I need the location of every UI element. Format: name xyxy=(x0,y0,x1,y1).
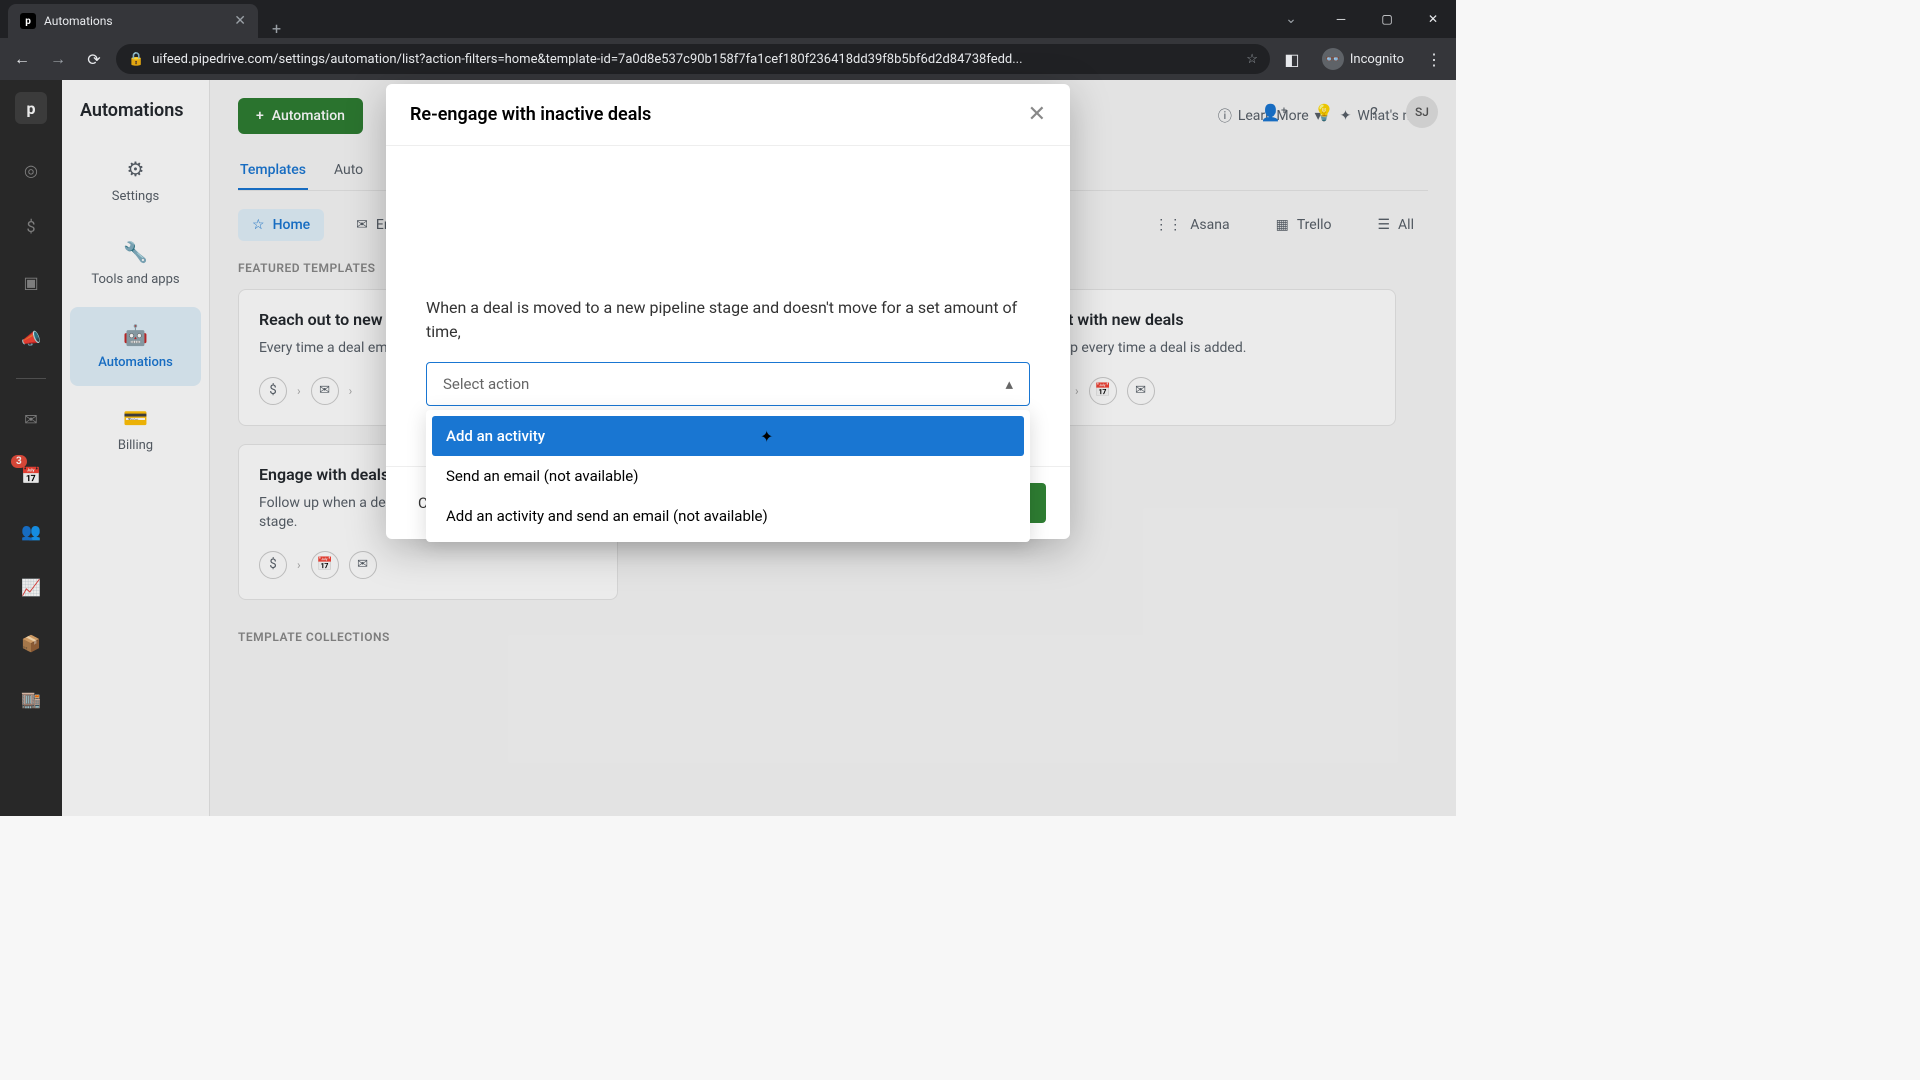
tab-title: Automations xyxy=(44,14,113,28)
close-icon[interactable]: ✕ xyxy=(1028,102,1046,127)
browser-tab[interactable]: p Automations ✕ xyxy=(8,4,258,38)
extensions-icon[interactable]: ◧ xyxy=(1278,45,1306,73)
close-window-icon[interactable]: ✕ xyxy=(1410,0,1456,38)
url-bar[interactable]: 🔒 uifeed.pipedrive.com/settings/automati… xyxy=(116,44,1270,74)
dropdown-option[interactable]: Add an activity xyxy=(432,416,1024,456)
browser-toolbar: ← → ⟳ 🔒 uifeed.pipedrive.com/settings/au… xyxy=(0,38,1456,80)
select-placeholder: Select action xyxy=(443,375,529,393)
caret-up-icon: ▴ xyxy=(1005,375,1013,393)
modal: Re-engage with inactive deals ✕ When a d… xyxy=(386,84,1070,539)
incognito-icon: 👓 xyxy=(1322,48,1344,70)
dropdown-option[interactable]: Send an email (not available) xyxy=(432,456,1024,496)
menu-icon[interactable]: ⋮ xyxy=(1420,45,1448,73)
new-tab-button[interactable]: + xyxy=(258,19,295,38)
action-dropdown: Add an activity Send an email (not avail… xyxy=(426,410,1030,542)
browser-tab-strip: p Automations ✕ + ⌄ ─ ▢ ✕ xyxy=(0,0,1456,38)
action-select[interactable]: Select action ▴ xyxy=(426,362,1030,406)
url-text: uifeed.pipedrive.com/settings/automation… xyxy=(152,52,1238,67)
back-icon[interactable]: ← xyxy=(8,45,36,73)
forward-icon[interactable]: → xyxy=(44,45,72,73)
incognito-badge: 👓 Incognito xyxy=(1314,48,1412,70)
minimize-icon[interactable]: ─ xyxy=(1318,0,1364,38)
reload-icon[interactable]: ⟳ xyxy=(80,45,108,73)
modal-title: Re-engage with inactive deals xyxy=(410,104,651,125)
star-icon[interactable]: ☆ xyxy=(1246,52,1258,67)
modal-description: When a deal is moved to a new pipeline s… xyxy=(426,296,1030,344)
favicon: p xyxy=(20,13,36,29)
dropdown-option[interactable]: Add an activity and send an email (not a… xyxy=(432,496,1024,536)
close-tab-icon[interactable]: ✕ xyxy=(234,13,246,29)
tab-search-icon[interactable]: ⌄ xyxy=(1268,0,1314,38)
lock-icon: 🔒 xyxy=(128,52,144,67)
maximize-icon[interactable]: ▢ xyxy=(1364,0,1410,38)
